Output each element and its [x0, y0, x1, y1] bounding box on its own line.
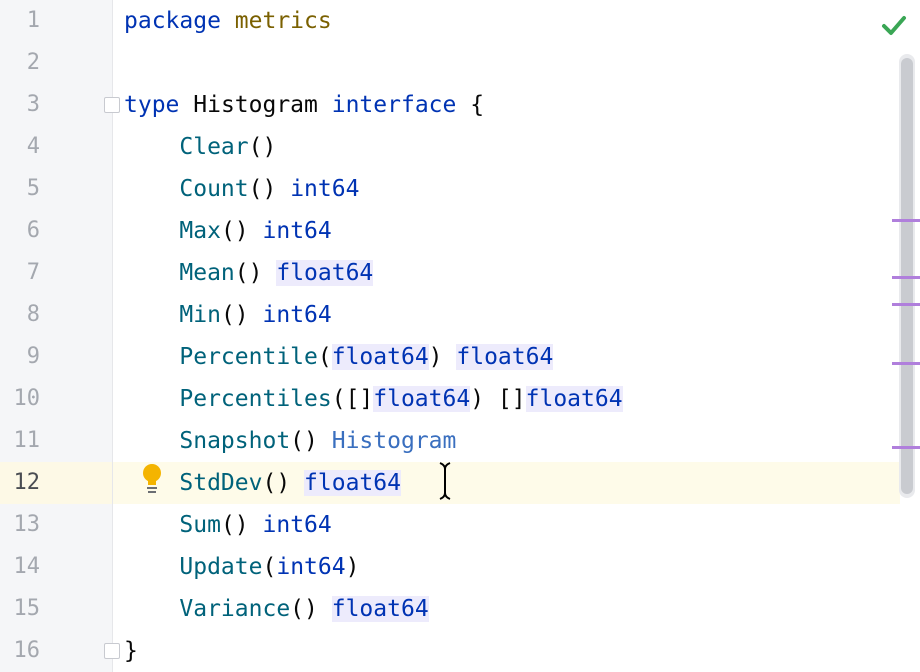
method-name: Update: [179, 554, 263, 580]
slice-brackets: []: [497, 386, 526, 412]
line-number: 15: [13, 596, 41, 621]
code-line-10: Percentiles([]float64) []float64: [124, 378, 623, 420]
return-type-highlighted: float64: [304, 470, 401, 496]
method-name: Count: [179, 176, 249, 202]
method-name: Variance: [179, 596, 291, 622]
param-type-highlighted: float64: [373, 386, 471, 412]
return-type-highlighted: float64: [331, 596, 429, 622]
method-name: Percentile: [179, 344, 318, 370]
return-type-highlighted: float64: [456, 344, 554, 370]
line-number: 2: [26, 50, 40, 75]
close-paren: ): [345, 554, 360, 580]
code-line-13: Sum() int64: [124, 504, 332, 546]
line-number: 8: [26, 302, 40, 327]
code-line-9: Percentile(float64) float64: [124, 336, 554, 378]
line-number: 1: [26, 8, 40, 33]
params: (): [248, 134, 277, 160]
code-line-4: Clear(): [124, 126, 276, 168]
line-number: 6: [26, 218, 40, 243]
lightbulb-icon[interactable]: [140, 463, 164, 495]
params: (): [262, 470, 291, 496]
method-name: Max: [179, 218, 221, 244]
line-number: 11: [13, 428, 41, 453]
line-number: 4: [26, 134, 40, 159]
method-name: Snapshot: [179, 428, 291, 454]
keyword: package: [124, 8, 221, 34]
method-name: Min: [179, 302, 221, 328]
code-line-3: type Histogram interface {: [124, 84, 484, 126]
code-line-5: Count() int64: [124, 168, 359, 210]
params: (): [290, 428, 318, 454]
code-line-11: Snapshot() Histogram: [124, 420, 456, 462]
line-number: 14: [13, 554, 41, 579]
method-name: Clear: [179, 134, 249, 160]
return-type: int64: [262, 512, 332, 538]
code-line-14: Update(int64): [124, 546, 359, 588]
package-name: metrics: [234, 8, 332, 34]
params: (): [234, 260, 263, 286]
line-number: 16: [13, 638, 41, 663]
code-line-6: Max() int64: [124, 210, 332, 252]
return-type-highlighted: float64: [525, 386, 623, 412]
close-paren: ): [428, 344, 443, 370]
code-line-8: Min() int64: [124, 294, 332, 336]
code-line-7: Mean() float64: [124, 252, 374, 294]
error-stripe-marker[interactable]: [892, 276, 920, 279]
method-name: Mean: [179, 260, 235, 286]
params: (): [220, 302, 249, 328]
open-brace: {: [470, 92, 485, 118]
method-name: Sum: [179, 512, 221, 538]
params: (): [220, 512, 249, 538]
error-stripe-marker[interactable]: [892, 446, 920, 449]
line-number: 5: [26, 176, 40, 201]
type-name: Histogram: [193, 92, 318, 118]
open-paren: ([]: [331, 386, 374, 412]
return-type: int64: [262, 302, 332, 328]
code-line-12: StdDev() float64: [124, 462, 401, 504]
keyword: interface: [331, 92, 457, 118]
param-type: int64: [276, 554, 346, 580]
params: (): [290, 596, 318, 622]
code-line-15: Variance() float64: [124, 588, 429, 630]
method-name: Percentiles: [179, 386, 332, 412]
close-brace: }: [124, 638, 138, 664]
params: (): [248, 176, 277, 202]
error-stripe-marker[interactable]: [892, 219, 920, 222]
param-type-highlighted: float64: [331, 344, 429, 370]
fold-marker-icon[interactable]: [104, 97, 120, 113]
close-paren: ): [470, 386, 485, 412]
open-paren: (: [317, 344, 332, 370]
line-number: 10: [13, 386, 41, 411]
error-stripe-marker[interactable]: [892, 362, 920, 365]
checkmark-icon[interactable]: [880, 12, 908, 38]
keyword: type: [124, 92, 180, 118]
line-number: 3: [26, 92, 40, 117]
text-cursor-icon: [439, 462, 451, 500]
method-name: StdDev: [179, 470, 263, 496]
return-type-highlighted: float64: [276, 260, 374, 286]
code-line-1: package metrics: [124, 0, 332, 42]
line-number: 9: [26, 344, 40, 369]
error-stripe-marker[interactable]: [892, 303, 920, 306]
fold-marker-icon[interactable]: [104, 643, 120, 659]
code-line-16: }: [124, 630, 138, 672]
params: (): [220, 218, 249, 244]
line-number: 7: [26, 260, 40, 285]
open-paren: (: [262, 554, 277, 580]
return-type-interface: Histogram: [331, 428, 457, 454]
line-number: 13: [13, 512, 41, 537]
return-type: int64: [290, 176, 360, 202]
line-number-current: 12: [13, 470, 41, 495]
return-type: int64: [262, 218, 332, 244]
